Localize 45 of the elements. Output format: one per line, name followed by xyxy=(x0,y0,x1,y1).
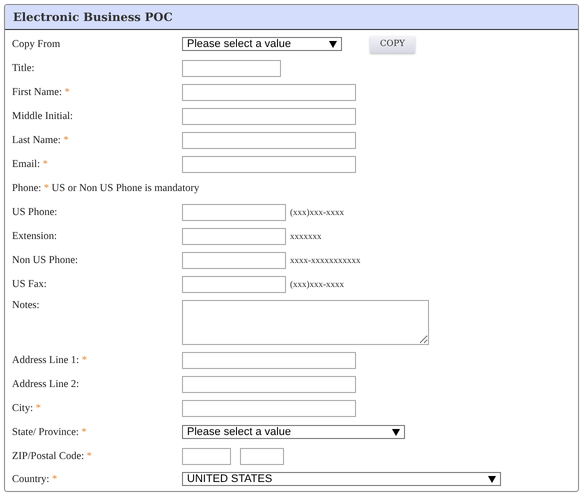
panel-title: Electronic Business POC xyxy=(5,5,578,30)
format-hint: (xxx)xxx-xxxx xyxy=(290,279,344,289)
caret-icon xyxy=(392,428,400,436)
zip-extension-field[interactable] xyxy=(240,448,284,464)
text-field[interactable] xyxy=(182,156,356,172)
text-field[interactable] xyxy=(182,276,286,292)
field-label: Address Line 1: * xyxy=(12,354,88,366)
field-label: Phone: * US or Non US Phone is mandatory xyxy=(12,182,200,194)
text-field[interactable] xyxy=(182,228,286,244)
dropdown[interactable]: Please select a value xyxy=(182,37,342,51)
field-label: State/ Province: * xyxy=(12,426,88,438)
format-hint: xxxx-xxxxxxxxxxx xyxy=(290,255,360,265)
text-field[interactable] xyxy=(182,376,356,392)
field-label: Extension: xyxy=(12,230,58,242)
text-field[interactable] xyxy=(182,108,356,124)
field-label: Copy From xyxy=(12,38,62,50)
notes-field[interactable] xyxy=(182,300,429,345)
field-label: Title: xyxy=(12,62,36,74)
field-label: Non US Phone: xyxy=(12,254,79,266)
field-label: ZIP/Postal Code: * xyxy=(12,450,93,462)
field-label: Middle Initial: xyxy=(12,110,74,122)
field-label: First Name: * xyxy=(12,86,71,98)
text-field[interactable] xyxy=(182,204,286,220)
field-label: Address Line 2: xyxy=(12,378,80,390)
format-hint: xxxxxxx xyxy=(290,231,322,241)
dropdown[interactable]: Please select a value xyxy=(182,425,405,439)
text-field[interactable] xyxy=(182,60,281,76)
field-label: US Fax: xyxy=(12,278,48,290)
field-label: Country: * xyxy=(12,474,58,484)
dropdown[interactable]: UNITED STATES xyxy=(182,472,501,486)
text-field[interactable] xyxy=(182,400,356,416)
field-label: US Phone: xyxy=(12,206,58,218)
field-label: City: * xyxy=(12,402,42,414)
zip-field[interactable] xyxy=(182,448,231,464)
text-field[interactable] xyxy=(182,352,356,368)
text-field[interactable] xyxy=(182,132,356,148)
copy-button[interactable]: COPY xyxy=(370,36,415,52)
field-label: Last Name: * xyxy=(12,134,70,146)
caret-icon xyxy=(488,476,496,482)
format-hint: (xxx)xxx-xxxx xyxy=(290,207,344,217)
text-field[interactable] xyxy=(182,252,286,268)
caret-icon xyxy=(329,40,337,48)
field-label: Email: * xyxy=(12,158,49,170)
field-label: Notes: xyxy=(12,300,40,311)
text-field[interactable] xyxy=(182,84,356,100)
